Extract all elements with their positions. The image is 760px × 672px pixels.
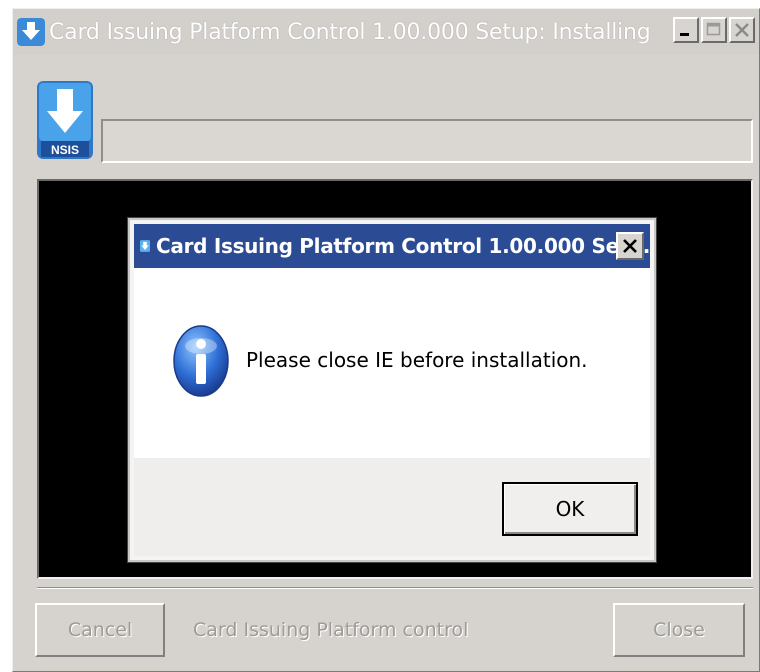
nsis-installer-icon [140, 240, 151, 252]
nsis-logo-text: NSIS [51, 143, 79, 157]
message-box-body: Please close IE before installation. [134, 268, 650, 458]
install-progress-bar [101, 119, 753, 163]
branding-text: Card Issuing Platform control [193, 619, 469, 641]
maximize-icon [706, 22, 721, 36]
close-button[interactable] [729, 17, 755, 43]
window-title: Card Issuing Platform Control 1.00.000 S… [49, 19, 651, 45]
close-installer-button[interactable]: Close [613, 603, 745, 657]
message-box-title: Card Issuing Platform Control 1.00.000 S… [156, 234, 650, 258]
cancel-button[interactable]: Cancel [35, 603, 165, 657]
installer-titlebar[interactable]: Card Issuing Platform Control 1.00.000 S… [13, 9, 759, 55]
footer-separator [37, 587, 753, 589]
nsis-installer-icon [17, 18, 45, 46]
message-box-footer: OK [134, 458, 650, 556]
message-box-close-button[interactable] [616, 232, 644, 260]
message-box: Card Issuing Platform Control 1.00.000 S… [128, 218, 656, 562]
ok-button[interactable]: OK [502, 482, 638, 536]
minimize-button[interactable] [673, 17, 699, 43]
nsis-logo: NSIS [37, 81, 93, 159]
minimize-icon [680, 33, 689, 36]
message-text: Please close IE before installation. [246, 348, 588, 372]
message-box-titlebar[interactable]: Card Issuing Platform Control 1.00.000 S… [134, 224, 650, 268]
window-controls [673, 17, 755, 43]
close-icon [623, 239, 637, 253]
info-icon [173, 325, 229, 397]
maximize-button[interactable] [701, 17, 727, 43]
close-icon [735, 23, 749, 37]
